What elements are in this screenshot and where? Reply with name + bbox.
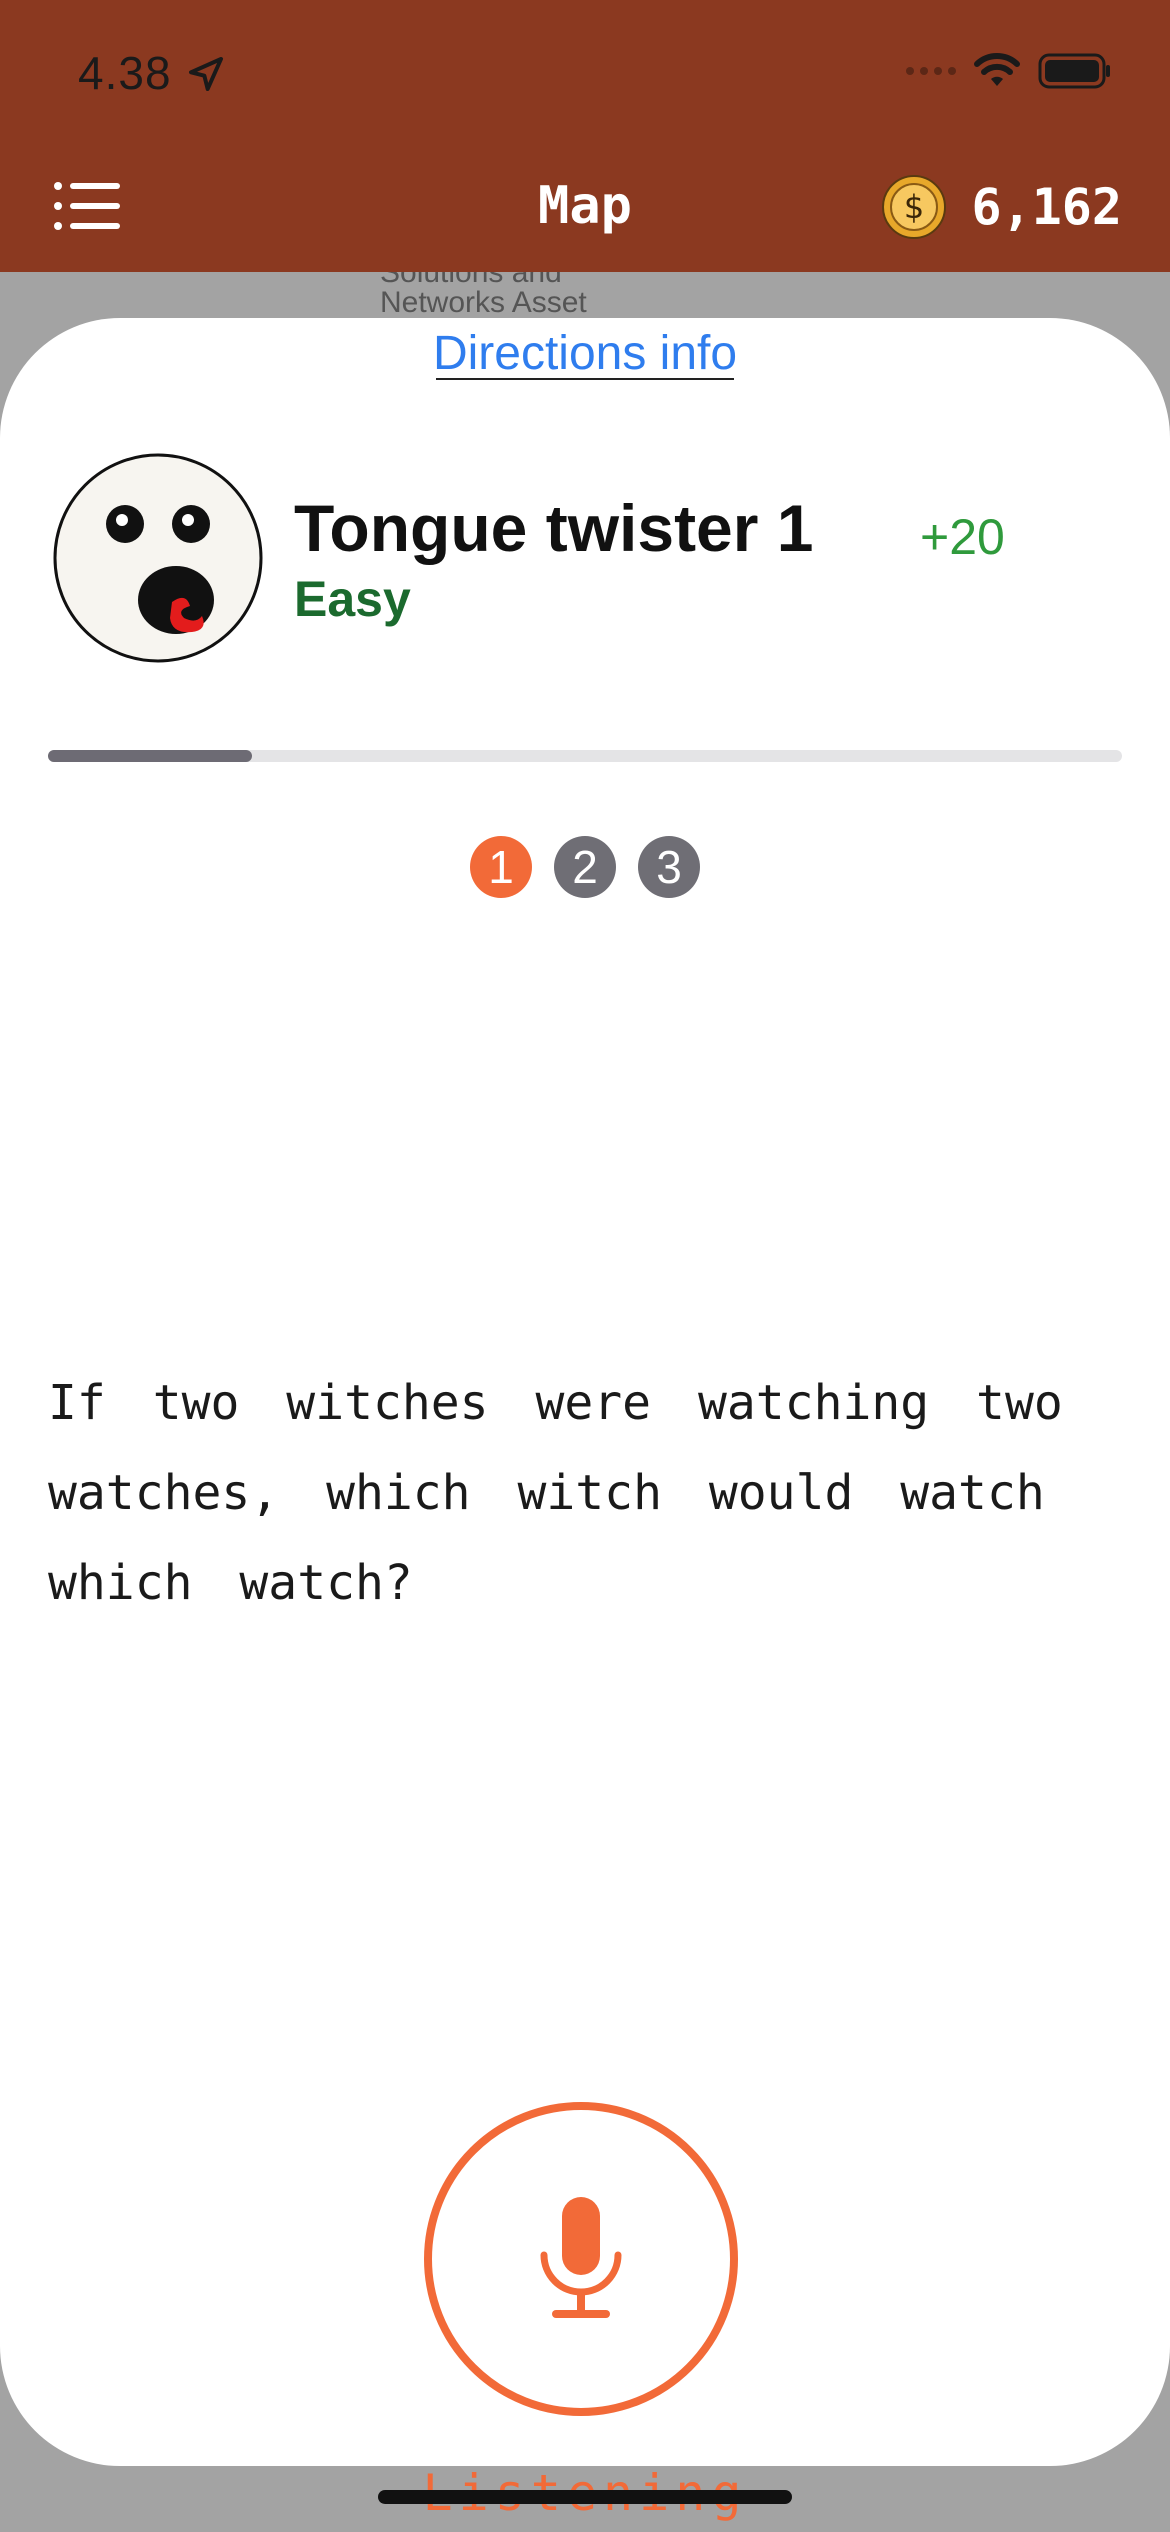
location-arrow-icon — [189, 57, 223, 91]
app-header: 4.38 Map $ 6,162 — [0, 0, 1170, 272]
dollar-coin-icon: $ — [882, 175, 947, 239]
coin-balance[interactable]: $ 6,162 — [881, 174, 1122, 240]
difficulty-label: Easy — [294, 571, 411, 627]
status-icons — [906, 52, 1112, 90]
directions-info-link[interactable]: Directions info — [0, 326, 1170, 381]
coin-count: 6,162 — [971, 178, 1122, 236]
home-indicator[interactable] — [378, 2490, 792, 2504]
reward-points: +20 — [920, 509, 1005, 565]
step-indicator: 1 2 3 — [0, 836, 1170, 898]
svg-text:$: $ — [904, 188, 924, 226]
step-3[interactable]: 3 — [638, 836, 700, 898]
step-1[interactable]: 1 — [470, 836, 532, 898]
surprised-face-icon — [53, 453, 263, 663]
wifi-icon — [974, 53, 1020, 86]
record-button[interactable] — [424, 2102, 738, 2416]
progress-fill — [48, 750, 253, 762]
progress-bar — [48, 750, 1122, 762]
status-time: 4.38 — [78, 47, 172, 99]
step-2[interactable]: 2 — [554, 836, 616, 898]
signal-icon — [906, 67, 956, 75]
sheet-grabber[interactable] — [436, 378, 734, 380]
battery-icon — [1038, 53, 1110, 89]
challenge-title: Tongue twister 1 — [294, 491, 814, 565]
tongue-twister-text: If two witches were watching two watches… — [48, 1375, 1063, 1611]
microphone-icon — [540, 2197, 622, 2318]
